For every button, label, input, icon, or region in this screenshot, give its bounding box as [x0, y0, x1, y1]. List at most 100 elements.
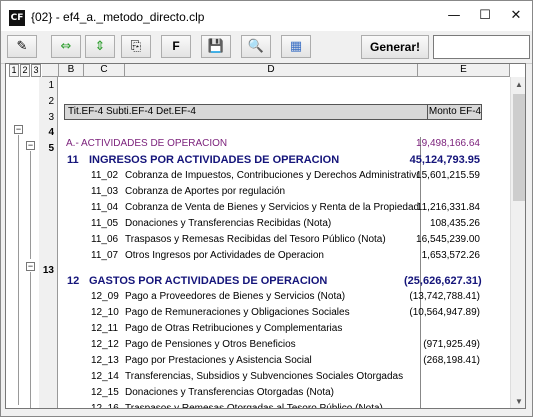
- generate-input[interactable]: [433, 35, 530, 59]
- item-desc: Cobranza de Aportes por regulación: [125, 186, 286, 197]
- table-row[interactable]: 12_10 Pago de Remuneraciones y Obligacio…: [58, 305, 482, 321]
- minimize-button[interactable]: —: [439, 1, 469, 31]
- item-code: 12_09: [91, 291, 119, 302]
- pencil-icon[interactable]: ✎: [7, 35, 37, 58]
- table-row[interactable]: 12_09 Pago a Proveedores de Bienes y Ser…: [58, 289, 482, 305]
- group-code: 11: [67, 154, 79, 166]
- row-number[interactable]: 4: [48, 128, 54, 138]
- item-desc: Cobranza de Impuestos, Contribuciones y …: [125, 170, 419, 181]
- horizontal-arrows-icon[interactable]: ⇔: [51, 35, 81, 58]
- item-code: 11_04: [91, 202, 119, 213]
- title-bar: CF {02} - ef4_a._metodo_directo.clp — ☐ …: [1, 1, 532, 31]
- table-row[interactable]: 12_15 Donaciones y Transferencias Otorga…: [58, 385, 482, 401]
- save-icon[interactable]: 💾: [201, 35, 231, 58]
- scrollbar-thumb[interactable]: [513, 94, 525, 201]
- item-code: 12_11: [91, 323, 119, 334]
- section-row[interactable]: A.- ACTIVIDADES DE OPERACION 19,498,166.…: [58, 136, 482, 152]
- group-amount: (25,626,627.31): [404, 275, 482, 287]
- table-row[interactable]: 12_16 Traspasos y Remesas Otorgadas al T…: [58, 401, 482, 409]
- item-code: 11_02: [91, 170, 119, 181]
- item-code: 12_10: [91, 307, 119, 318]
- copy-icon[interactable]: ⎘: [121, 35, 151, 58]
- table-row[interactable]: 11_06 Traspasos y Remesas Recibidas del …: [58, 232, 482, 248]
- item-code: 11_07: [91, 250, 119, 261]
- item-desc: Donaciones y Transferencias Otorgadas (N…: [125, 387, 334, 398]
- group-amount: 45,124,793.95: [409, 154, 480, 166]
- header-amount: Monto EF-4: [427, 105, 482, 119]
- item-desc: Pago de Pensiones y Otros Beneficios: [125, 339, 296, 350]
- header-titles: Tit.EF-4 Subti.EF-4 Det.EF-4: [68, 106, 196, 117]
- outline-level-1[interactable]: 1: [9, 64, 19, 77]
- row-number[interactable]: 5: [48, 144, 54, 154]
- item-amount: (13,742,788.41): [409, 291, 480, 302]
- app-window: CF {02} - ef4_a._metodo_directo.clp — ☐ …: [0, 0, 533, 417]
- close-button[interactable]: ✕: [501, 1, 531, 31]
- collapse-toggle-group-12[interactable]: −: [26, 262, 35, 271]
- table-row[interactable]: 11_04 Cobranza de Venta de Bienes y Serv…: [58, 200, 482, 216]
- vertical-arrows-icon[interactable]: ⇕: [85, 35, 115, 58]
- item-amount: (971,925.49): [423, 339, 480, 350]
- vertical-scrollbar[interactable]: ▲ ▼: [510, 77, 525, 408]
- table-row[interactable]: 11_05 Donaciones y Transferencias Recibi…: [58, 216, 482, 232]
- generate-button[interactable]: Generar!: [361, 35, 429, 59]
- item-desc: Pago de Remuneraciones y Obligaciones So…: [125, 307, 350, 318]
- toolbar: ✎ ⇔ ⇕ ⎘ F 💾 🔍 ▦ Generar!: [1, 31, 532, 64]
- item-desc: Cobranza de Venta de Bienes y Servicios …: [125, 202, 419, 213]
- item-amount: (268,198.41): [423, 355, 480, 366]
- column-header-c[interactable]: C: [84, 64, 125, 77]
- table-row[interactable]: 12_13 Pago por Prestaciones y Asistencia…: [58, 353, 482, 369]
- collapse-toggle-group-11[interactable]: −: [26, 141, 35, 150]
- data-grid: Tit.EF-4 Subti.EF-4 Det.EF-4 Monto EF-4 …: [58, 77, 508, 409]
- group-label: INGRESOS POR ACTIVIDADES DE OPERACION: [89, 154, 340, 166]
- item-desc: Pago a Proveedores de Bienes y Servicios…: [125, 291, 346, 302]
- outline-gutter: − − −: [6, 77, 51, 408]
- f-button[interactable]: F: [161, 35, 191, 58]
- item-desc: Pago de Otras Retribuciones y Complement…: [125, 323, 343, 334]
- item-code: 12_12: [91, 339, 119, 350]
- item-amount: 108,435.26: [429, 218, 480, 229]
- item-desc: Donaciones y Transferencias Recibidas (N…: [125, 218, 332, 229]
- table-row[interactable]: 11_07 Otros Ingresos por Actividades de …: [58, 248, 482, 264]
- group-code: 12: [67, 275, 80, 287]
- group-label: GASTOS POR ACTIVIDADES DE OPERACION: [89, 275, 328, 287]
- item-code: 12_13: [91, 355, 119, 366]
- item-desc: Traspasos y Remesas Otorgadas al Tesoro …: [125, 403, 383, 409]
- outline-line: [30, 151, 31, 259]
- table-row[interactable]: 12_11 Pago de Otras Retribuciones y Comp…: [58, 321, 482, 337]
- item-amount: 11,216,331.84: [416, 202, 480, 213]
- scroll-down-icon[interactable]: ▼: [511, 394, 525, 408]
- outline-level-2[interactable]: 2: [20, 64, 30, 77]
- row-number[interactable]: 1: [48, 81, 54, 91]
- item-desc: Transferencias, Subsidios y Subvenciones…: [125, 371, 404, 382]
- column-header-e[interactable]: E: [418, 64, 510, 77]
- table-row[interactable]: 11_03 Cobranza de Aportes por regulación: [58, 184, 482, 200]
- table-row[interactable]: 12_14 Transferencias, Subsidios y Subven…: [58, 369, 482, 385]
- row-number[interactable]: 13: [43, 266, 54, 276]
- collapse-toggle-section[interactable]: −: [14, 125, 23, 134]
- column-header-d[interactable]: D: [125, 64, 418, 77]
- outline-level-3[interactable]: 3: [31, 64, 41, 77]
- item-desc: Pago por Prestaciones y Asistencia Socia…: [125, 355, 312, 366]
- preview-icon[interactable]: 🔍: [241, 35, 271, 58]
- item-amount: 15,601,215.59: [416, 170, 480, 181]
- select-all-corner[interactable]: [42, 64, 59, 77]
- group-row[interactable]: 12 GASTOS POR ACTIVIDADES DE OPERACION (…: [58, 273, 482, 289]
- group-row[interactable]: 11 INGRESOS POR ACTIVIDADES DE OPERACION…: [58, 152, 482, 168]
- column-header-b[interactable]: B: [59, 64, 84, 77]
- section-amount: 19,498,166.64: [416, 138, 480, 149]
- table-row[interactable]: 12_12 Pago de Pensiones y Otros Benefici…: [58, 337, 482, 353]
- table-row[interactable]: 11_02 Cobranza de Impuestos, Contribucio…: [58, 168, 482, 184]
- header-row: Tit.EF-4 Subti.EF-4 Det.EF-4 Monto EF-4: [64, 104, 482, 120]
- row-number[interactable]: 2: [48, 97, 54, 107]
- maximize-button[interactable]: ☐: [470, 1, 500, 31]
- item-code: 11_05: [91, 218, 119, 229]
- grid-icon[interactable]: ▦: [281, 35, 311, 58]
- item-code: 12_16: [91, 403, 119, 409]
- item-amount: (10,564,947.89): [409, 307, 480, 318]
- scroll-up-icon[interactable]: ▲: [511, 77, 525, 93]
- item-desc: Otros Ingresos por Actividades de Operac…: [125, 250, 324, 261]
- section-label: A.- ACTIVIDADES DE OPERACION: [66, 138, 228, 149]
- row-number[interactable]: 3: [48, 113, 54, 123]
- outline-line: [30, 272, 31, 408]
- item-code: 12_14: [91, 371, 119, 382]
